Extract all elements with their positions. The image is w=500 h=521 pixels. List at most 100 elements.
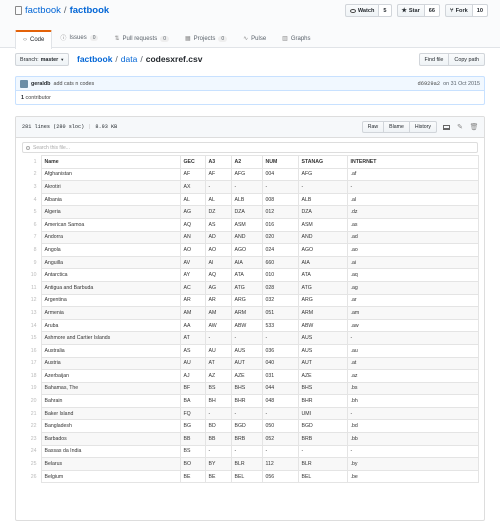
tab-pulse[interactable]: ∿ Pulse	[235, 29, 274, 48]
watch-group: Watch 5	[344, 4, 392, 17]
line-number[interactable]: 25	[23, 457, 42, 471]
table-row: 2 Afghanistan AF AF AFG 004 AFG .af	[23, 167, 479, 182]
table-cell: ABW	[230, 318, 263, 333]
file-info-divider: |	[88, 124, 92, 130]
table-cell: Argentina	[40, 293, 181, 308]
trash-icon[interactable]: 🗑	[470, 123, 479, 131]
repo-owner-link[interactable]: factbook	[25, 5, 61, 16]
commit-sha-link[interactable]: d6929a2	[417, 81, 440, 87]
line-number[interactable]: 2	[23, 168, 42, 181]
file-header: 281 lines (280 sloc) | 8.93 KB Raw Blame H…	[16, 117, 484, 138]
table-cell: AJ	[179, 369, 206, 383]
line-number[interactable]: 24	[23, 445, 42, 458]
line-number[interactable]: 17	[23, 357, 42, 370]
line-number[interactable]: 10	[23, 268, 42, 282]
table-cell: BH	[204, 394, 232, 408]
line-number[interactable]: 15	[23, 331, 42, 345]
line-number[interactable]: 21	[23, 407, 42, 420]
line-number[interactable]: 19	[23, 382, 42, 395]
breadcrumb-folder-link[interactable]: data	[121, 54, 138, 64]
line-number[interactable]: 16	[23, 344, 42, 357]
line-number[interactable]: 13	[23, 306, 42, 320]
line-number[interactable]: 12	[23, 294, 42, 307]
table-row: 4 Albania AL AL ALB 008 ALB .al	[23, 192, 479, 207]
pagehead-actions: Watch 5 ★ Star 66 ⑂ Fork 10	[344, 4, 488, 17]
desktop-icon[interactable]	[443, 124, 450, 130]
table-cell: Australia	[40, 343, 181, 358]
line-number[interactable]: 4	[23, 193, 42, 206]
line-number[interactable]: 20	[23, 394, 42, 408]
table-cell: BRB	[230, 432, 263, 446]
line-number[interactable]: 18	[23, 369, 42, 383]
tab-projects[interactable]: ▦ Projects 0	[177, 29, 235, 48]
table-cell: Ashmore and Cartier Islands	[40, 331, 181, 345]
pulse-icon: ∿	[243, 36, 249, 42]
contributors-bar[interactable]: 1 contributor	[15, 91, 485, 105]
table-cell: AUT	[230, 356, 263, 371]
table-cell: AT	[204, 356, 232, 371]
line-number[interactable]: 5	[23, 205, 42, 219]
star-button[interactable]: ★ Star	[396, 4, 425, 17]
line-number[interactable]: 23	[23, 432, 42, 446]
table-cell: BE	[179, 469, 206, 484]
line-number[interactable]: 7	[23, 231, 42, 244]
fork-count[interactable]: 10	[472, 4, 488, 17]
table-cell: ASM	[230, 217, 263, 232]
commit-author-link[interactable]: geraldb	[31, 81, 50, 87]
repo-name-link[interactable]: factbook	[70, 5, 110, 16]
line-number[interactable]: 3	[23, 180, 42, 194]
contributors-label: contributor	[25, 94, 51, 101]
table-cell: 004	[261, 167, 299, 182]
contributors-count: 1	[21, 94, 24, 101]
table-cell: AY	[179, 268, 206, 282]
table-cell: BD	[204, 419, 232, 434]
line-number[interactable]: 14	[23, 319, 42, 332]
line-number[interactable]: 26	[23, 470, 42, 483]
line-number[interactable]: 11	[23, 281, 42, 295]
line-number[interactable]: 9	[23, 256, 42, 269]
line-number[interactable]: 22	[23, 419, 42, 433]
branch-select-button[interactable]: Branch: master ▼	[15, 53, 70, 66]
avatar[interactable]	[20, 79, 28, 88]
table-cell: BS	[179, 444, 206, 459]
table-cell: 031	[261, 369, 299, 383]
line-number[interactable]: 8	[23, 243, 42, 257]
find-file-button[interactable]: Find file	[418, 53, 450, 66]
watch-button[interactable]: Watch	[344, 4, 380, 17]
table-cell: AIA	[230, 255, 263, 270]
table-cell: .ag	[346, 280, 479, 295]
watch-count[interactable]: 5	[379, 4, 392, 17]
pencil-icon[interactable]: ✎	[456, 123, 464, 131]
table-cell: ASM	[297, 217, 348, 232]
table-cell: -	[204, 406, 232, 421]
table-cell: AG	[204, 280, 232, 295]
branch-name: master	[40, 56, 59, 63]
table-cell: .aw	[346, 318, 479, 333]
tab-code[interactable]: ‹› Code	[15, 30, 53, 49]
tab-issues[interactable]: ⓘ Issues 0	[52, 27, 106, 48]
table-cell: BLR	[230, 457, 263, 471]
history-button[interactable]: History	[409, 121, 437, 133]
table-cell: ARG	[230, 293, 263, 308]
table-cell: AGO	[230, 243, 263, 257]
blame-button[interactable]: Blame	[384, 121, 410, 133]
raw-button[interactable]: Raw	[361, 121, 385, 133]
copy-path-button[interactable]: Copy path	[449, 53, 485, 66]
table-row: 15 Ashmore and Cartier Islands AT - - - AUS -	[23, 331, 479, 345]
line-number[interactable]: 6	[23, 218, 42, 232]
breadcrumb-separator: /	[115, 54, 118, 64]
breadcrumb-repo-link[interactable]: factbook	[77, 54, 112, 64]
fork-button[interactable]: ⑂ Fork	[445, 4, 473, 17]
commit-message-link[interactable]: add cats n codes	[53, 81, 94, 87]
column-header: STANAG	[297, 155, 348, 169]
file-info: 281 lines (280 sloc) | 8.93 KB	[22, 124, 117, 130]
file-search-input[interactable]: Search this file...	[22, 142, 478, 153]
star-count[interactable]: 66	[424, 4, 441, 17]
line-number[interactable]: 1	[23, 155, 42, 169]
tab-graphs[interactable]: ▥ Graphs	[274, 29, 318, 48]
table-cell: BLR	[297, 457, 348, 471]
table-cell: Antigua and Barbuda	[40, 280, 181, 295]
table-row: 19 Bahamas, The BF BS BHS 044 BHS .bs	[23, 381, 479, 396]
table-row: 3 Akrotiri AX - - - - -	[23, 180, 479, 194]
tab-pull-requests[interactable]: ⇅ Pull requests 0	[106, 29, 177, 48]
